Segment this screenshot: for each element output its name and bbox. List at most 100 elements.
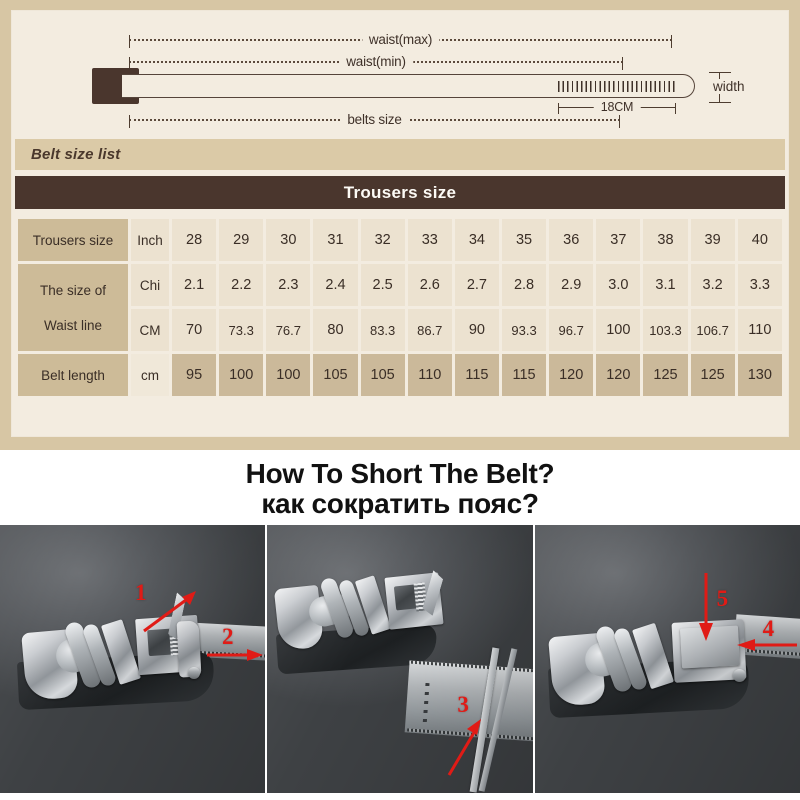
cell-cm-5: 86.7 [407,309,452,351]
howto-title-russian: как сократить пояс? [261,487,539,519]
cell-trousers-11: 39 [690,219,735,261]
photo-2-sheen [267,524,533,793]
annotation-number-5: 5 [716,585,729,611]
cell-cm-3: 80 [313,309,358,351]
annotation-arrow-3 [443,711,491,781]
row-label-trousers-size: Trousers size [18,219,128,261]
belt-size-table: Trousers size Inch 28 29 30 31 32 33 34 … [15,216,785,399]
belt-size-panel-inner: waist(max) waist(min) 18CM width belts s… [11,10,789,437]
cell-trousers-7: 35 [501,219,547,261]
cell-chi-4: 2.5 [360,264,405,306]
cell-cm-12: 110 [737,309,782,351]
cell-chi-9: 3.0 [596,264,641,306]
dimension-belts-size: belts size [129,112,620,128]
dimension-tip-length-label: 18CM [593,100,641,114]
annotation-arrow-1 [138,587,202,635]
row-label-waist-line: The size of Waist line [18,264,128,351]
cell-belt-6: 115 [454,354,499,396]
cell-trousers-5: 33 [407,219,452,261]
cell-belt-7: 115 [501,354,547,396]
cell-trousers-3: 31 [313,219,358,261]
trousers-size-header-label: Trousers size [343,182,457,202]
cell-trousers-9: 37 [596,219,641,261]
cell-chi-12: 3.3 [737,264,782,306]
cell-belt-4: 105 [360,354,405,396]
cell-chi-11: 3.2 [690,264,735,306]
cell-belt-10: 125 [643,354,688,396]
table-row: Belt length cm 95 100 100 105 105 110 11… [18,354,782,396]
cell-trousers-8: 36 [549,219,594,261]
howto-title-block: How To Short The Belt? как сократить поя… [0,450,800,525]
cell-chi-0: 2.1 [172,264,217,306]
dimension-waist-min-label: waist(min) [339,54,413,69]
cell-belt-8: 120 [549,354,594,396]
instruction-photo-strip: 1 2 3 5 4 [0,524,800,793]
cell-cm-2: 76.7 [266,309,311,351]
cell-cm-1: 73.3 [219,309,264,351]
cell-trousers-0: 28 [172,219,217,261]
cell-cm-8: 96.7 [549,309,594,351]
cell-belt-12: 130 [737,354,782,396]
instruction-photo-3: 5 4 [534,524,800,793]
cell-trousers-6: 34 [454,219,499,261]
photo-3-sheen [534,524,800,793]
cell-cm-6: 90 [454,309,499,351]
dimension-waist-min: waist(min) [129,54,623,70]
cell-trousers-12: 40 [737,219,782,261]
dimension-width: width [704,69,778,107]
unit-cm-lower: cm [131,354,169,396]
annotation-arrow-2 [205,645,265,665]
cell-belt-3: 105 [313,354,358,396]
trousers-size-header: Trousers size [15,176,785,209]
cell-chi-2: 2.3 [266,264,311,306]
unit-chi: Chi [131,264,169,306]
annotation-arrow-5 [695,569,717,647]
unit-inch: Inch [131,219,169,261]
dimension-belts-size-label: belts size [340,112,409,127]
cell-trousers-2: 30 [266,219,311,261]
cell-chi-8: 2.9 [549,264,594,306]
cell-cm-0: 70 [172,309,217,351]
cell-belt-1: 100 [219,354,264,396]
dimension-waist-max-label: waist(max) [361,32,440,47]
instruction-photo-1: 1 2 [0,524,266,793]
cell-chi-1: 2.2 [219,264,264,306]
dimension-width-label: width [711,79,747,94]
cell-belt-2: 100 [266,354,311,396]
belt-size-list-title: Belt size list [31,146,121,163]
howto-title-english: How To Short The Belt? [245,458,555,489]
cell-cm-9: 100 [596,309,641,351]
width-tick-bottom [709,102,731,103]
dimension-waist-max: waist(max) [129,32,672,48]
belt-ratchet-teeth-shape [558,81,676,92]
belt-dimension-diagram: waist(max) waist(min) 18CM width belts s… [12,11,788,139]
belt-size-list-bar: Belt size list [15,139,785,170]
table-row: The size of Waist line Chi 2.1 2.2 2.3 2… [18,264,782,351]
cell-cm-4: 83.3 [360,309,405,351]
cell-chi-5: 2.6 [407,264,452,306]
row-label-belt-length: Belt length [18,354,128,396]
table-row: Trousers size Inch 28 29 30 31 32 33 34 … [18,219,782,261]
row-label-waist-line-2: Waist line [43,317,102,333]
cell-cm-7: 93.3 [501,309,547,351]
cell-belt-11: 125 [690,354,735,396]
cell-belt-9: 120 [596,354,641,396]
unit-cm-upper: CM [131,309,169,351]
cell-belt-5: 110 [407,354,452,396]
table-row: CM 70 73.3 76.7 80 83.3 86.7 90 93.3 96.… [18,309,782,351]
row-label-waist-line-1: The size of [39,282,107,298]
cell-chi-7: 2.8 [501,264,547,306]
width-tick-top [709,72,731,73]
cell-belt-0: 95 [172,354,217,396]
cell-trousers-10: 38 [643,219,688,261]
annotation-arrow-4 [735,635,799,655]
dimension-tip-length: 18CM [558,100,676,114]
cell-trousers-1: 29 [219,219,264,261]
cell-cm-11: 106.7 [690,309,735,351]
cell-cm-10: 103.3 [643,309,688,351]
cell-chi-10: 3.1 [643,264,688,306]
belt-size-panel: waist(max) waist(min) 18CM width belts s… [0,0,800,450]
cell-trousers-4: 32 [360,219,405,261]
cell-chi-3: 2.4 [313,264,358,306]
instruction-photo-2: 3 [267,524,533,793]
